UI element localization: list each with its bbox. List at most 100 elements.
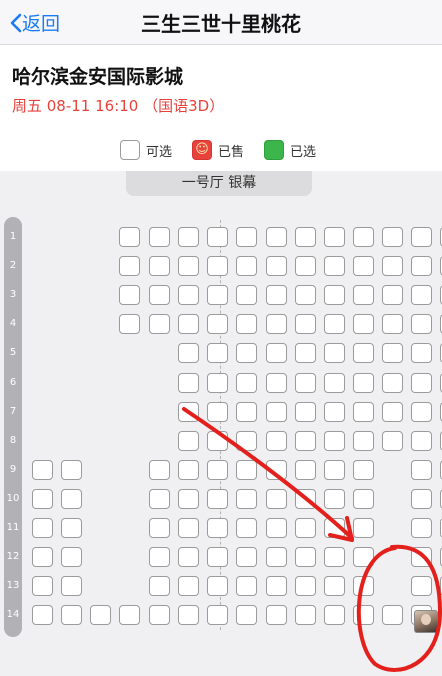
seat[interactable] [236, 401, 257, 422]
seat[interactable] [149, 518, 170, 538]
seat[interactable] [178, 518, 199, 538]
seat[interactable] [236, 343, 257, 364]
seat[interactable] [178, 401, 199, 422]
seat[interactable] [178, 314, 199, 335]
seat[interactable] [266, 343, 287, 364]
seat[interactable] [411, 518, 432, 538]
seat[interactable] [295, 518, 316, 538]
seat[interactable] [295, 256, 316, 277]
seat[interactable] [295, 605, 316, 626]
seat[interactable] [32, 459, 53, 480]
seat[interactable] [207, 488, 228, 509]
seat[interactable] [149, 576, 170, 597]
seat[interactable] [149, 227, 170, 247]
seat[interactable] [353, 256, 374, 277]
seat[interactable] [207, 518, 228, 538]
seat[interactable] [207, 430, 228, 451]
seat[interactable] [61, 459, 82, 480]
seat[interactable] [266, 576, 287, 597]
seat[interactable] [353, 227, 374, 247]
seat[interactable] [207, 401, 228, 422]
seat[interactable] [207, 576, 228, 597]
seat[interactable] [266, 314, 287, 335]
seat[interactable] [207, 256, 228, 277]
seat[interactable] [266, 430, 287, 451]
seat[interactable] [236, 227, 257, 247]
seat[interactable] [178, 459, 199, 480]
seat[interactable] [411, 430, 432, 451]
seat[interactable] [266, 488, 287, 509]
seat[interactable] [295, 314, 316, 335]
seat[interactable] [411, 372, 432, 393]
seat[interactable] [411, 285, 432, 306]
seat[interactable] [353, 285, 374, 306]
seat[interactable] [353, 459, 374, 480]
seat[interactable] [149, 314, 170, 335]
seat[interactable] [382, 343, 403, 364]
seat[interactable] [324, 488, 345, 509]
seat[interactable] [266, 256, 287, 277]
seat[interactable] [295, 343, 316, 364]
seat[interactable] [411, 576, 432, 597]
seat[interactable] [324, 343, 345, 364]
seat[interactable] [295, 227, 316, 247]
seat[interactable] [61, 605, 82, 626]
seat[interactable] [353, 343, 374, 364]
seat[interactable] [266, 547, 287, 568]
seat[interactable] [149, 605, 170, 626]
seat[interactable] [353, 372, 374, 393]
seat[interactable] [266, 459, 287, 480]
seat[interactable] [236, 256, 257, 277]
seat[interactable] [324, 605, 345, 626]
seat[interactable] [295, 459, 316, 480]
seat[interactable] [61, 518, 82, 538]
seat[interactable] [236, 459, 257, 480]
seat[interactable] [236, 576, 257, 597]
seat[interactable] [295, 430, 316, 451]
seat[interactable] [32, 576, 53, 597]
seat[interactable] [411, 488, 432, 509]
seat[interactable] [324, 256, 345, 277]
seat[interactable] [353, 518, 374, 538]
seat[interactable] [236, 547, 257, 568]
seat[interactable] [324, 430, 345, 451]
seat[interactable] [266, 227, 287, 247]
seat[interactable] [324, 314, 345, 335]
seat[interactable] [61, 488, 82, 509]
seat[interactable] [411, 314, 432, 335]
seat[interactable] [90, 605, 111, 626]
seat[interactable] [324, 285, 345, 306]
seat[interactable] [266, 401, 287, 422]
seat[interactable] [236, 518, 257, 538]
seat[interactable] [266, 372, 287, 393]
seat[interactable] [382, 430, 403, 451]
seat[interactable] [149, 285, 170, 306]
seat[interactable] [207, 314, 228, 335]
seat[interactable] [207, 343, 228, 364]
seat[interactable] [411, 459, 432, 480]
seat[interactable] [207, 285, 228, 306]
seat[interactable] [61, 547, 82, 568]
seat[interactable] [382, 227, 403, 247]
seat[interactable] [178, 256, 199, 277]
seat[interactable] [207, 605, 228, 626]
seat[interactable] [295, 372, 316, 393]
seat[interactable] [324, 227, 345, 247]
seat[interactable] [178, 227, 199, 247]
seat[interactable] [32, 605, 53, 626]
seat[interactable] [32, 488, 53, 509]
seat[interactable] [295, 285, 316, 306]
seat[interactable] [236, 430, 257, 451]
seat[interactable] [382, 605, 403, 626]
seat[interactable] [207, 547, 228, 568]
seat[interactable] [382, 285, 403, 306]
seat[interactable] [178, 430, 199, 451]
seat[interactable] [32, 518, 53, 538]
seat[interactable] [149, 459, 170, 480]
seat[interactable] [149, 547, 170, 568]
seat[interactable] [236, 314, 257, 335]
seat[interactable] [353, 401, 374, 422]
seat[interactable] [382, 314, 403, 335]
seat[interactable] [324, 518, 345, 538]
seat[interactable] [411, 547, 432, 568]
